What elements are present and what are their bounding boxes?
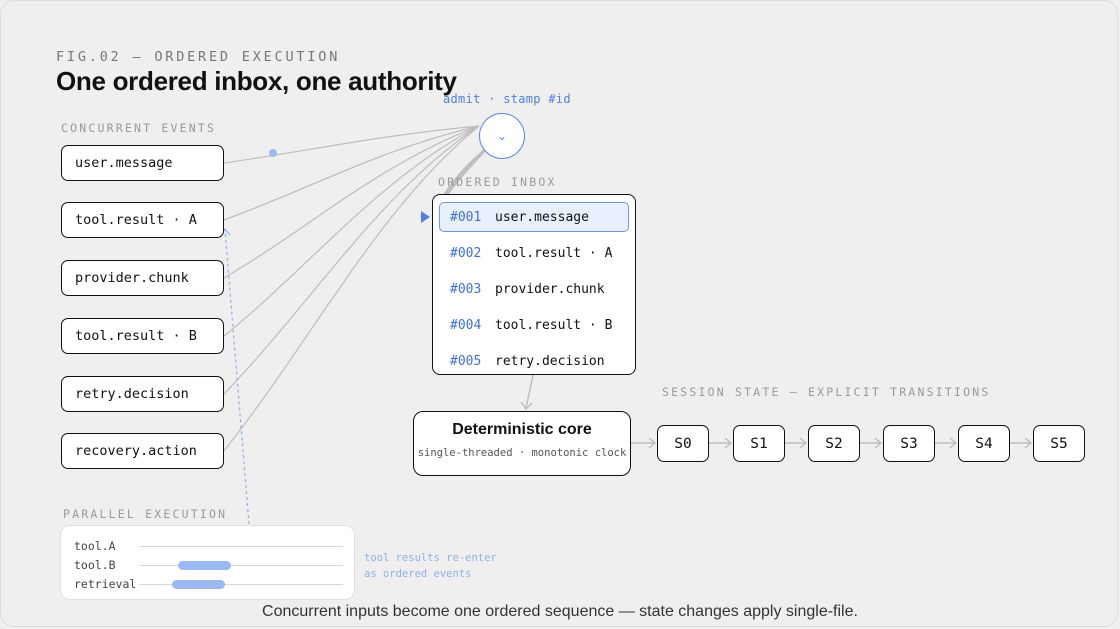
inbox-row-name: tool.result · B	[495, 317, 613, 333]
core-subtitle: single-threaded · monotonic clock	[417, 447, 627, 459]
chevron-down-icon: ⌄	[496, 129, 508, 143]
inbox-row-id: #001	[450, 209, 482, 225]
event-tool-result-a: tool.result · A	[61, 202, 224, 238]
parallel-execution-panel: tool.A tool.B retrieval	[60, 525, 355, 600]
inbox-row: #001 user.message	[439, 202, 629, 232]
reenter-note-line: as ordered events	[364, 568, 472, 580]
event-user-message: user.message	[61, 145, 224, 181]
inbox-row-id: #005	[450, 353, 482, 369]
inbox-row-name: provider.chunk	[495, 281, 605, 297]
inbox-row: #003 provider.chunk	[439, 274, 629, 304]
lane-label: retrieval	[74, 577, 137, 591]
state-s4: S4	[958, 425, 1010, 462]
ordered-inbox: #001 user.message #002 tool.result · A #…	[432, 194, 636, 375]
inbox-entry-arrow-icon	[421, 211, 430, 223]
lane-track	[139, 565, 343, 566]
inbox-row-name: user.message	[495, 209, 589, 225]
lane-label: tool.A	[74, 539, 116, 553]
event-retry-decision: retry.decision	[61, 376, 224, 412]
diagram-canvas: FIG.02 — ORDERED EXECUTION One ordered i…	[0, 0, 1120, 629]
state-s3: S3	[883, 425, 935, 462]
admission-gate: ⌄	[479, 113, 525, 159]
core-title: Deterministic core	[452, 421, 592, 438]
lane-label: tool.B	[74, 558, 116, 572]
lane-track	[139, 546, 343, 547]
state-s1: S1	[733, 425, 785, 462]
gate-label: admit · stamp #id	[443, 92, 571, 106]
figure-title: One ordered inbox, one authority	[56, 66, 457, 96]
event-provider-chunk: provider.chunk	[61, 260, 224, 296]
parallel-execution-label: PARALLEL EXECUTION	[63, 507, 228, 521]
event-wire	[223, 125, 480, 164]
inbox-row-name: retry.decision	[495, 353, 605, 369]
lane-busy-bar	[171, 580, 225, 589]
event-tool-result-b: tool.result · B	[61, 318, 224, 354]
inbox-row: #005 retry.decision	[439, 346, 629, 376]
event-recovery-action: recovery.action	[61, 433, 224, 469]
inbox-row: #002 tool.result · A	[439, 238, 629, 268]
state-s5: S5	[1033, 425, 1085, 462]
inbox-row-name: tool.result · A	[495, 245, 613, 261]
reenter-dashed-line	[224, 229, 250, 525]
inbox-row-id: #003	[450, 281, 482, 297]
reenter-note: tool results re-enter as ordered events	[364, 550, 497, 582]
reenter-note-line: tool results re-enter	[364, 552, 497, 564]
inbox-row-id: #004	[450, 317, 482, 333]
in-flight-event-dot	[269, 149, 277, 157]
state-s2: S2	[808, 425, 860, 462]
figure-label: FIG.02 — ORDERED EXECUTION	[56, 49, 341, 65]
ordered-inbox-label: ORDERED INBOX	[438, 175, 557, 189]
lane-track	[139, 584, 343, 585]
lane-busy-bar	[177, 561, 231, 570]
deterministic-core: Deterministic core single-threaded · mon…	[413, 411, 631, 476]
concurrent-events-label: CONCURRENT EVENTS	[61, 121, 217, 135]
inbox-row: #004 tool.result · B	[439, 310, 629, 340]
figure-caption: Concurrent inputs become one ordered seq…	[262, 603, 858, 620]
session-state-label: SESSION STATE — EXPLICIT TRANSITIONS	[662, 385, 991, 399]
inbox-row-id: #002	[450, 245, 482, 261]
state-s0: S0	[657, 425, 709, 462]
